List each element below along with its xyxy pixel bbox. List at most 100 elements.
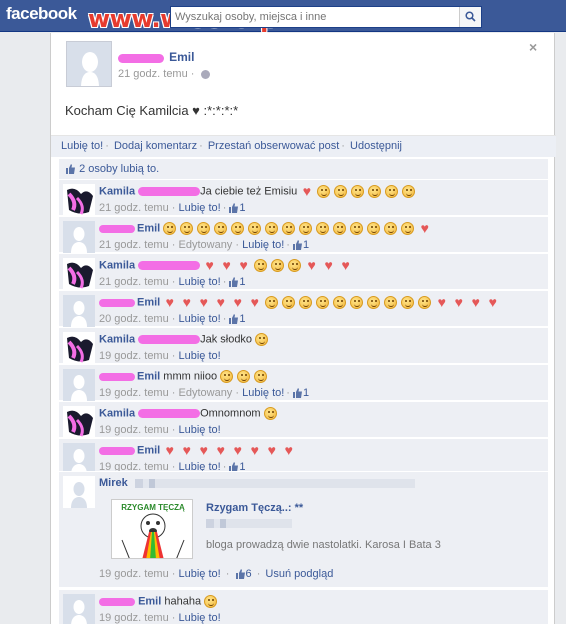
comment-time[interactable]: 19 godz. temu · (99, 350, 179, 362)
comment-likes-count[interactable]: 6 (235, 568, 255, 580)
heart-emoji-icon: ♥ (233, 294, 242, 310)
like-link[interactable]: Lubię to! (61, 140, 103, 152)
commenter-name[interactable]: Emil (137, 370, 160, 382)
comment-likes-count[interactable]: 1 (292, 239, 309, 251)
commenter-name[interactable]: Emil (137, 444, 160, 456)
smiley-emoji-icon (401, 296, 415, 309)
unfollow-link[interactable]: Przestań obserwować post (208, 140, 339, 152)
close-button[interactable]: × (529, 39, 537, 55)
comment-time[interactable]: 20 godz. temu · (99, 313, 179, 325)
smiley-emoji-icon (180, 222, 194, 235)
commenter-name[interactable]: Kamila (99, 259, 135, 271)
heart-emoji-icon: ♥ (437, 294, 446, 310)
comment-likes-count[interactable]: 1 (228, 313, 246, 325)
heart-emoji-icon: ♥ (250, 442, 259, 458)
commenter-avatar[interactable] (63, 184, 95, 216)
comment-time[interactable]: 19 godz. temu · (99, 612, 175, 624)
comment-time[interactable]: 21 godz. temu · (99, 202, 179, 214)
commenter-name[interactable]: Kamila (99, 185, 135, 197)
smiley-emoji-icon (265, 296, 279, 309)
heart-emoji-icon: ♥ (341, 257, 350, 273)
commenter-name[interactable]: Kamila (99, 333, 135, 345)
comment-likes-count[interactable]: 1 (228, 276, 246, 288)
post-timestamp: 21 godz. temu · (118, 68, 210, 80)
comment-like-link[interactable]: Lubię to! (179, 276, 221, 288)
comment-like-link[interactable]: Lubię to! (179, 612, 221, 624)
commenter-name[interactable]: Kamila (99, 407, 135, 419)
comment-time[interactable]: 21 godz. temu · (99, 239, 179, 251)
rainbow-meme-image: RZYGAM TĘCZĄ (112, 500, 192, 558)
link-preview-title[interactable]: Rzygam Tęczą..: ** (206, 502, 303, 514)
smiley-emoji-icon (350, 222, 364, 235)
comment-like-link[interactable]: Lubię to! (179, 313, 221, 325)
comment-time[interactable]: 19 godz. temu · (99, 387, 179, 399)
heart-emoji-icon: ♥ (199, 442, 208, 458)
heart-emoji-icon: ♥ (324, 257, 333, 273)
commenter-avatar[interactable] (63, 594, 95, 624)
comment-likes-count[interactable]: 1 (292, 387, 309, 399)
commenter-name[interactable]: Emil (137, 296, 160, 308)
top-bar: facebook www.wiocha.pl (0, 0, 566, 33)
commenter-avatar[interactable] (63, 369, 95, 401)
scribble-redaction (99, 224, 135, 233)
comment-like-link[interactable]: Lubię to! (179, 202, 221, 214)
commenter-avatar[interactable] (63, 332, 95, 364)
comment-time[interactable]: 19 godz. temu · (99, 424, 179, 436)
default-avatar-icon (63, 476, 95, 508)
commenter-avatar[interactable] (63, 406, 95, 438)
comment-meta: 21 godz. temu · Lubię to! · 1 (99, 202, 246, 214)
commenter-name[interactable]: Emil (137, 222, 160, 234)
comment-time[interactable]: 19 godz. temu · (99, 568, 175, 580)
remove-preview-link[interactable]: Usuń podgląd (265, 568, 333, 580)
comment-like-link[interactable]: Lubię to! (242, 239, 284, 251)
smiley-emoji-icon (384, 296, 398, 309)
commenter-name[interactable]: Mirek (99, 477, 128, 489)
add-comment-link[interactable]: Dodaj komentarz (114, 140, 197, 152)
smiley-emoji-icon (231, 222, 245, 235)
post-text: Kocham Cię Kamilcia ♥ :*:*:*:* (65, 103, 239, 118)
smiley-emoji-icon (214, 222, 228, 235)
search-input[interactable] (171, 7, 451, 27)
user-photo-icon (63, 406, 95, 438)
heart-emoji-icon: ♥ (199, 294, 208, 310)
smiley-emoji-icon (333, 296, 347, 309)
commenter-name[interactable]: Emil (138, 595, 161, 607)
heart-emoji-icon: ♥ (165, 442, 174, 458)
post-actions: Lubię to! · Dodaj komentarz · Przestań obs… (51, 135, 556, 157)
heart-emoji-icon: ♥ (182, 442, 191, 458)
commenter-avatar[interactable] (63, 258, 95, 290)
commenter-avatar[interactable] (63, 476, 95, 508)
link-preview-description: bloga prowadzą dwie nastolatki. Karosa I… (206, 539, 441, 551)
comment-item: Emil mmm niioo 19 godz. temu · Edytowany… (59, 364, 548, 401)
author-name[interactable]: Emil (169, 50, 194, 64)
comment-body: Emil ♥ ♥ ♥ ♥ ♥ ♥ ♥ ♥ ♥ ♥ (99, 294, 503, 310)
likes-count-link[interactable]: 2 osoby lubią to. (79, 163, 159, 175)
facebook-logo[interactable]: facebook (6, 4, 77, 24)
comment-meta: 20 godz. temu · Lubię to! · 1 (99, 313, 246, 325)
link-preview-thumbnail[interactable]: RZYGAM TĘCZĄ (111, 499, 193, 559)
post-time-text[interactable]: 21 godz. temu · (118, 68, 194, 80)
heart-emoji-icon: ♥ (471, 294, 480, 310)
search-box[interactable] (170, 6, 482, 28)
commenter-avatar[interactable] (63, 295, 95, 327)
svg-text:RZYGAM TĘCZĄ: RZYGAM TĘCZĄ (121, 503, 185, 512)
smiley-emoji-icon (254, 370, 268, 383)
edited-label[interactable]: Edytowany · (179, 239, 243, 251)
smiley-emoji-icon (385, 185, 399, 198)
heart-emoji-icon: ♥ (302, 183, 311, 199)
share-link[interactable]: Udostępnij (350, 140, 402, 152)
commenter-avatar[interactable] (63, 221, 95, 253)
comment-like-link[interactable]: Lubię to! (242, 387, 284, 399)
comment-likes-count[interactable]: 1 (228, 202, 246, 214)
comment-time[interactable]: 21 godz. temu · (99, 276, 179, 288)
scribble-redaction (138, 261, 201, 270)
heart-emoji-icon: ♥ (239, 257, 248, 273)
comment-like-link[interactable]: Lubię to! (179, 350, 221, 362)
comment-like-link[interactable]: Lubię to! (179, 568, 221, 580)
author-avatar[interactable] (66, 41, 112, 87)
comment-meta: 19 godz. temu · Edytowany · Lubię to! · 1 (99, 387, 310, 399)
search-button[interactable] (459, 7, 481, 27)
edited-label[interactable]: Edytowany · (179, 387, 243, 399)
comment-meta: 21 godz. temu · Edytowany · Lubię to! · 1 (99, 239, 310, 251)
comment-like-link[interactable]: Lubię to! (179, 424, 221, 436)
